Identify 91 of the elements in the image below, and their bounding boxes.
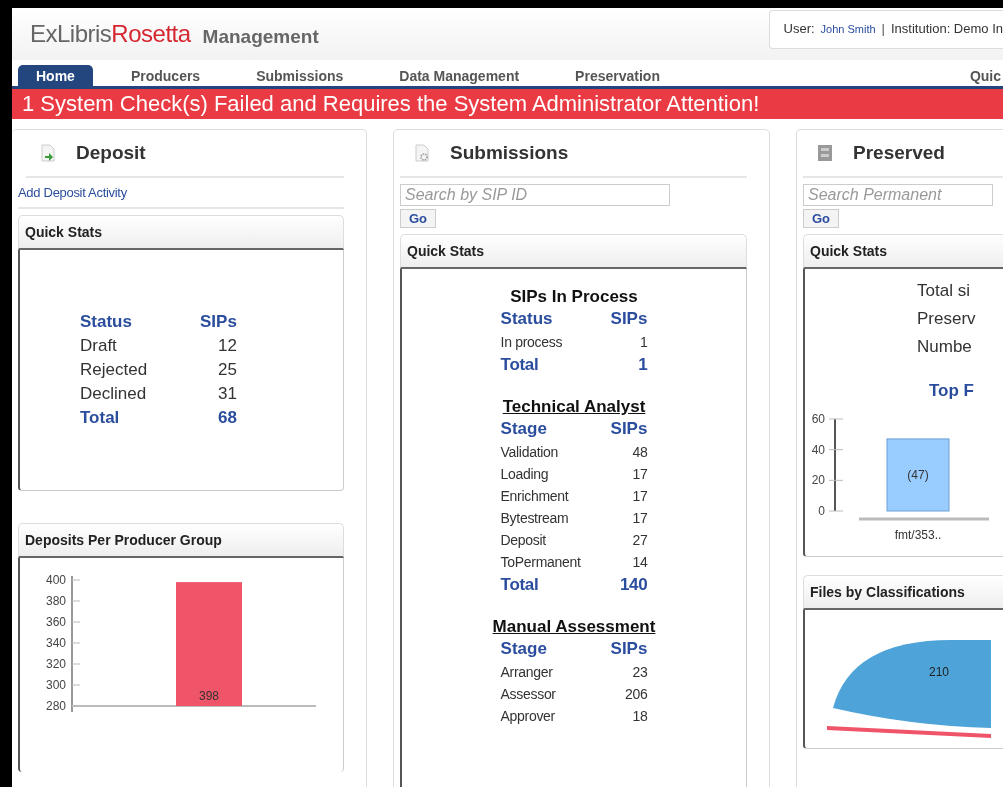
axis-tick-label: 300 xyxy=(45,678,66,692)
bar-value-label: (47) xyxy=(907,467,929,482)
box-header: Files by Classifications xyxy=(803,575,1003,610)
column-header: Stage xyxy=(500,417,611,441)
stat-label: Preserv xyxy=(916,309,977,330)
app-name: Management xyxy=(202,26,319,48)
axis-tick-label: 360 xyxy=(45,615,66,629)
table-cell-text: 14 xyxy=(631,553,648,572)
table-cell-text: Assessor xyxy=(500,685,557,704)
table-cell-text: 12 xyxy=(216,335,237,357)
table-cell-text: 1 xyxy=(638,333,648,352)
search-field[interactable]: Search by SIP ID xyxy=(400,184,670,206)
axis-tick-label: 400 xyxy=(45,573,66,587)
nav-tab[interactable]: Data Management xyxy=(381,65,538,86)
table-cell-text: Approver xyxy=(500,707,556,726)
column-header: Status xyxy=(80,310,200,334)
table-cell-text: 48 xyxy=(631,443,648,462)
table-cell-text: ToPermanent xyxy=(500,553,582,572)
column-header: SIPs xyxy=(610,638,648,660)
quick-link[interactable]: Quic xyxy=(951,65,1003,86)
axis-tick-label: 340 xyxy=(45,636,66,650)
total-label: Total xyxy=(80,407,121,429)
table-cell-text: 27 xyxy=(631,531,648,550)
nav-tab[interactable]: Preservation xyxy=(557,65,678,86)
table-cell-text: Deposit xyxy=(500,531,547,550)
add-deposit-link[interactable]: Add Deposit Activity xyxy=(18,178,344,209)
go-button[interactable]: Go xyxy=(400,209,437,228)
table-cell-text: In process xyxy=(500,333,564,352)
total-value: 140 xyxy=(618,574,648,596)
section-title: Technical Analyst xyxy=(502,397,646,417)
table-cell-text: 25 xyxy=(216,359,237,381)
axis-tick-label: 320 xyxy=(45,657,66,671)
table-cell-text: 31 xyxy=(216,383,237,405)
axis-tick-label: 0 xyxy=(818,504,825,518)
user-name-link[interactable]: John Smith xyxy=(820,21,876,36)
box-header: Quick Stats xyxy=(400,234,747,269)
bar-value-label: 398 xyxy=(199,689,219,703)
search-field[interactable]: Search Permanent xyxy=(803,184,993,206)
section-title: Manual Assessment xyxy=(492,617,656,637)
table-cell-text: 17 xyxy=(631,509,648,528)
table-cell-text: 17 xyxy=(631,487,648,506)
table-cell-text: Loading xyxy=(500,465,550,484)
total-label: Total xyxy=(500,354,540,376)
chart-title: Top F xyxy=(928,380,975,402)
slice-value-label: 210 xyxy=(929,665,949,679)
box-header: Deposits Per Producer Group xyxy=(18,523,344,558)
table-cell-text: 17 xyxy=(631,465,648,484)
institution-label: Institution: Demo In xyxy=(891,21,1003,36)
table-cell-text: Rejected xyxy=(80,359,149,381)
column-header: SIPs xyxy=(610,418,648,440)
section-title: SIPs In Process xyxy=(510,287,638,307)
table-cell-text: 18 xyxy=(631,707,648,726)
axis-tick-label: 20 xyxy=(811,473,825,488)
nav-tab[interactable]: Submissions xyxy=(238,65,362,86)
archive-box-icon xyxy=(817,144,833,162)
table-cell-text: Arranger xyxy=(500,663,554,682)
box-header: Quick Stats xyxy=(18,215,344,250)
column-header: SIPs xyxy=(610,308,648,330)
axis-tick-label: 40 xyxy=(811,442,825,457)
table-cell-text: Bytestream xyxy=(500,509,570,528)
table-cell-text: Declined xyxy=(80,383,148,405)
column-header: Stage xyxy=(500,637,611,661)
axis-tick-label: 280 xyxy=(45,699,66,712)
axis-tick-label: 60 xyxy=(811,412,825,426)
column-header: Status xyxy=(500,307,611,331)
table-cell-text: 23 xyxy=(631,663,648,682)
document-arrow-icon xyxy=(40,144,56,162)
user-label: User: xyxy=(783,21,815,36)
table-cell-text: 206 xyxy=(623,685,648,704)
alert-banner: 1 System Check(s) Failed and Requires the System Administrator Attention! xyxy=(12,89,1003,119)
panel-title: Deposit xyxy=(76,142,146,164)
axis-category-label: fmt/353.. xyxy=(894,528,942,542)
box-header: Quick Stats xyxy=(803,234,1003,269)
document-gear-icon xyxy=(414,144,430,162)
panel-title: Submissions xyxy=(450,142,569,164)
total-value: 1 xyxy=(637,354,648,376)
table-cell-text: Draft xyxy=(80,335,118,357)
column-header: SIPs xyxy=(200,311,237,333)
separator: | xyxy=(881,21,885,36)
logo: ExLibrisRosetta xyxy=(30,20,191,48)
panel-title: Preserved xyxy=(853,142,945,164)
stat-label: Numbe xyxy=(916,337,973,358)
stat-label: Total si xyxy=(916,281,971,302)
nav-tab[interactable]: Producers xyxy=(112,65,219,86)
nav-tab[interactable]: Home xyxy=(18,65,93,86)
table-cell-text: Validation xyxy=(500,443,559,462)
axis-tick-label: 380 xyxy=(45,594,66,608)
total-value: 68 xyxy=(216,407,237,429)
go-button[interactable]: Go xyxy=(803,209,840,228)
table-cell-text: Enrichment xyxy=(500,487,570,506)
total-label: Total xyxy=(500,574,540,596)
